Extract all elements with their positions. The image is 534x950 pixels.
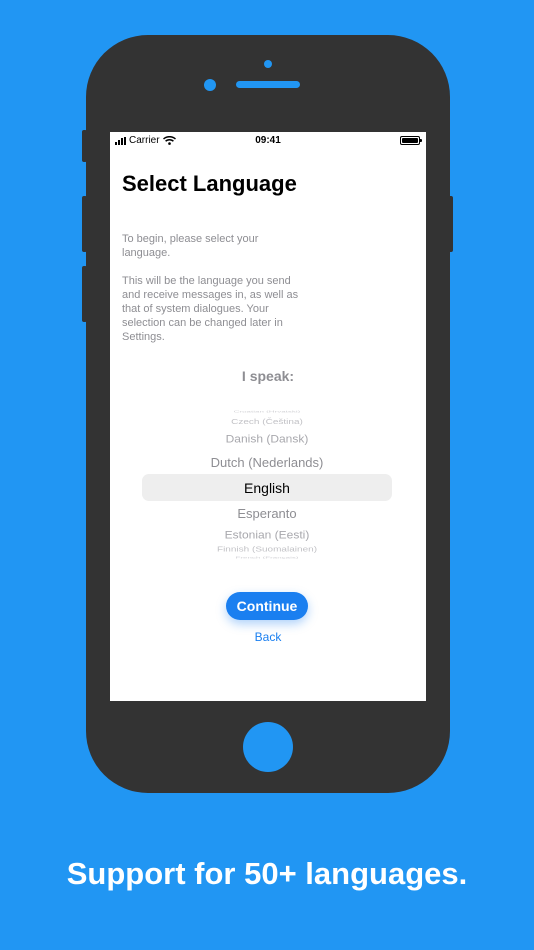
status-bar: Carrier 09:41 (110, 132, 426, 150)
picker-option[interactable]: Czech (Čeština) (142, 419, 392, 427)
picker-prompt: I speak: (241, 368, 295, 384)
marketing-caption: Support for 50+ languages. (66, 856, 468, 891)
picker-option-selected[interactable]: English (142, 480, 392, 496)
intro-text: To begin, please select your language. (122, 233, 259, 259)
earpiece-speaker (236, 81, 300, 88)
battery-icon (400, 136, 422, 145)
picker-option[interactable]: French (Français) (142, 556, 392, 559)
status-time: 09:41 (255, 135, 281, 146)
picker-option[interactable]: Finnish (Suomalainen) (142, 546, 392, 554)
phone-screen: Carrier 09:41 Select Language To begin, … (110, 132, 426, 701)
back-link[interactable]: Back (110, 630, 426, 644)
sensor-dot (264, 60, 272, 68)
page-title: Select Language (122, 171, 297, 196)
front-camera (204, 79, 216, 91)
picker-option[interactable]: Danish (Dansk) (142, 433, 392, 446)
picker-option[interactable]: Croatian (Hrvatski) (142, 410, 392, 413)
picker-option[interactable]: Esperanto (142, 506, 392, 521)
language-picker[interactable]: Croatian (Hrvatski) Czech (Čeština) Dani… (142, 410, 392, 562)
home-button[interactable] (243, 722, 293, 772)
picker-option[interactable]: Dutch (Nederlands) (142, 455, 392, 470)
description-text: This will be the language you send and r… (122, 275, 299, 343)
continue-button[interactable]: Continue (226, 592, 308, 620)
picker-option[interactable]: Estonian (Eesti) (142, 529, 392, 542)
